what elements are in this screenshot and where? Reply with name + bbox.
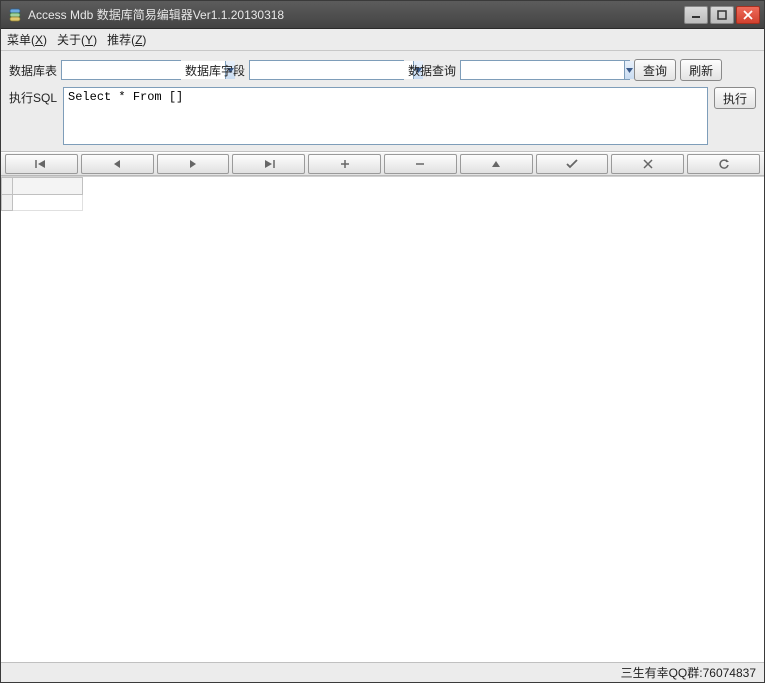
nav-first-button[interactable] <box>5 154 78 174</box>
nav-add-button[interactable] <box>308 154 381 174</box>
query-button[interactable]: 查询 <box>634 59 676 81</box>
data-grid[interactable] <box>1 176 764 662</box>
query-row-sql: 执行SQL 执行 <box>9 87 756 145</box>
app-icon <box>7 7 23 23</box>
grid-row[interactable] <box>1 195 764 211</box>
menu-item-about[interactable]: 关于(Y) <box>57 31 97 48</box>
chevron-down-icon[interactable] <box>624 61 634 79</box>
grid-corner[interactable] <box>1 177 13 195</box>
grid-column-header[interactable] <box>13 177 83 195</box>
menu-item-main[interactable]: 菜单(X) <box>7 31 47 48</box>
grid-cell[interactable] <box>13 195 83 211</box>
query-input[interactable] <box>461 61 624 79</box>
menu-item-recommend[interactable]: 推荐(Z) <box>107 31 146 48</box>
nav-refresh-button[interactable] <box>687 154 760 174</box>
nav-edit-button[interactable] <box>460 154 533 174</box>
close-button[interactable] <box>736 6 760 24</box>
refresh-button[interactable]: 刷新 <box>680 59 722 81</box>
maximize-button[interactable] <box>710 6 734 24</box>
app-window: Access Mdb 数据库简易编辑器Ver1.1.20130318 菜单(X)… <box>0 0 765 683</box>
titlebar: Access Mdb 数据库简易编辑器Ver1.1.20130318 <box>1 1 764 29</box>
minimize-button[interactable] <box>684 6 708 24</box>
field-label: 数据库字段 <box>185 62 245 79</box>
nav-cancel-button[interactable] <box>611 154 684 174</box>
nav-next-button[interactable] <box>157 154 230 174</box>
navigator-toolbar <box>1 152 764 176</box>
field-input[interactable] <box>250 61 413 79</box>
statusbar: 三生有幸QQ群:76074837 <box>1 662 764 682</box>
status-text: 三生有幸QQ群:76074837 <box>621 664 756 681</box>
nav-prev-button[interactable] <box>81 154 154 174</box>
nav-confirm-button[interactable] <box>536 154 609 174</box>
sql-label: 执行SQL <box>9 87 57 106</box>
sql-textarea[interactable] <box>63 87 708 145</box>
query-combo[interactable] <box>460 60 630 80</box>
query-row-combos: 数据库表 数据库字段 数据查询 查询 刷 <box>9 59 756 81</box>
grid-row-selector[interactable] <box>1 195 13 211</box>
execute-button[interactable]: 执行 <box>714 87 756 109</box>
query-label: 数据查询 <box>408 62 456 79</box>
menubar: 菜单(X) 关于(Y) 推荐(Z) <box>1 29 764 51</box>
nav-remove-button[interactable] <box>384 154 457 174</box>
nav-last-button[interactable] <box>232 154 305 174</box>
grid-header-row <box>1 177 764 195</box>
window-controls <box>684 6 760 24</box>
field-combo[interactable] <box>249 60 404 80</box>
window-title: Access Mdb 数据库简易编辑器Ver1.1.20130318 <box>28 6 684 23</box>
query-panel: 数据库表 数据库字段 数据查询 查询 刷 <box>1 51 764 152</box>
table-combo[interactable] <box>61 60 181 80</box>
table-label: 数据库表 <box>9 62 57 79</box>
